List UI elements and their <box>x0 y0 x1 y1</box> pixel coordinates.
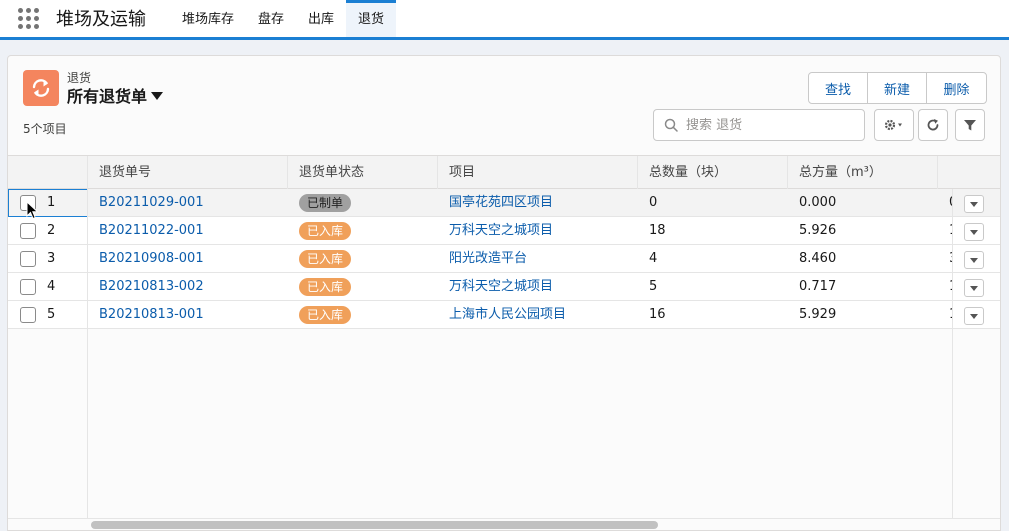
refresh-button[interactable] <box>918 109 948 141</box>
row-checkbox[interactable] <box>20 279 36 295</box>
row-actions-dropdown[interactable] <box>964 307 984 325</box>
row-number: 4 <box>47 279 56 294</box>
list-view-title: 所有退货单 <box>67 87 148 106</box>
column-header-project[interactable]: 项目 <box>437 156 637 189</box>
column-header-volume[interactable]: 总方量（m³） <box>787 156 937 189</box>
table-footer <box>8 518 1000 530</box>
return-arrows-icon <box>23 70 59 106</box>
search-icon <box>664 118 678 132</box>
project-link[interactable]: 万科天空之城项目 <box>449 217 553 244</box>
status-badge: 已制单 <box>299 194 352 212</box>
project-link[interactable]: 上海市人民公园项目 <box>449 301 566 328</box>
table-row: 2B20211022-001已入库万科天空之城项目185.9261 <box>8 217 1000 245</box>
row-actions-dropdown[interactable] <box>964 279 984 297</box>
action-button-group: 查找 新建 删除 <box>808 72 987 104</box>
column-header-order-no[interactable]: 退货单号 <box>87 156 287 189</box>
filter-icon <box>964 120 976 131</box>
search-input[interactable] <box>686 117 856 133</box>
total-quantity: 4 <box>649 251 658 266</box>
caret-down-icon <box>151 92 164 100</box>
column-header-clipped <box>937 156 953 189</box>
order-number-link[interactable]: B20211029-001 <box>99 189 204 216</box>
project-link[interactable]: 国亭花苑四区项目 <box>449 189 553 216</box>
table-row: 3B20210908-001已入库阳光改造平台48.4603 <box>8 245 1000 273</box>
delete-button[interactable]: 删除 <box>927 73 986 103</box>
gear-icon <box>884 119 902 131</box>
order-number-link[interactable]: B20210908-001 <box>99 245 204 272</box>
project-link[interactable]: 阳光改造平台 <box>449 245 527 272</box>
waffle-icon <box>17 8 39 29</box>
row-checkbox[interactable] <box>20 223 36 239</box>
global-nav: 堆场及运输 堆场库存 盘存 出库 退货 <box>0 0 1009 40</box>
order-number-link[interactable]: B20210813-002 <box>99 273 204 300</box>
tab-returns[interactable]: 退货 <box>346 0 397 37</box>
table-header: 退货单号 退货单状态 项目 总数量（块） 总方量（m³） <box>8 155 1000 189</box>
tab-stocktake[interactable]: 盘存 <box>246 0 296 37</box>
list-view-selector[interactable]: 所有退货单 <box>67 83 164 107</box>
table-row: 1B20211029-001已制单国亭花苑四区项目00.0000 <box>8 189 1000 217</box>
column-header-status[interactable]: 退货单状态 <box>287 156 437 189</box>
order-number-link[interactable]: B20211022-001 <box>99 217 204 244</box>
refresh-icon <box>927 119 939 131</box>
status-badge: 已入库 <box>299 278 352 296</box>
table-body: 1B20211029-001已制单国亭花苑四区项目00.00002B202110… <box>8 189 1000 329</box>
order-number-link[interactable]: B20210813-001 <box>99 301 204 328</box>
app-title: 堆场及运输 <box>56 9 146 30</box>
project-link[interactable]: 万科天空之城项目 <box>449 273 553 300</box>
total-quantity: 0 <box>649 195 658 210</box>
row-checkbox[interactable] <box>20 307 36 323</box>
list-settings-button[interactable] <box>874 109 914 141</box>
status-badge: 已入库 <box>299 222 352 240</box>
table-row: 4B20210813-002已入库万科天空之城项目50.7171 <box>8 273 1000 301</box>
row-number: 3 <box>47 251 56 266</box>
total-volume: 8.460 <box>799 251 837 266</box>
total-volume: 5.926 <box>799 223 837 238</box>
tab-outbound[interactable]: 出库 <box>296 0 346 37</box>
total-volume: 0.000 <box>799 195 837 210</box>
new-button[interactable]: 新建 <box>868 73 927 103</box>
column-header-qty[interactable]: 总数量（块） <box>637 156 787 189</box>
total-volume: 0.717 <box>799 279 837 294</box>
status-badge: 已入库 <box>299 306 352 324</box>
list-view-card: 退货 所有退货单 5个项目 查找 新建 删除 搜索 退货 退货单号 退货单状态 … <box>7 55 1001 531</box>
item-count: 5个项目 <box>23 122 67 136</box>
status-badge: 已入库 <box>299 250 352 268</box>
tab-yard-inventory[interactable]: 堆场库存 <box>170 0 246 37</box>
search-box <box>653 109 865 141</box>
app-launcher-button[interactable] <box>0 0 56 37</box>
row-number: 2 <box>47 223 56 238</box>
total-quantity: 18 <box>649 223 666 238</box>
row-number: 5 <box>47 307 56 322</box>
table-row: 5B20210813-001已入库上海市人民公园项目165.9291 <box>8 301 1000 329</box>
row-actions-dropdown[interactable] <box>964 195 984 213</box>
returns-table: 退货单号 退货单状态 项目 总数量（块） 总方量（m³） 1 B20211029-… <box>8 155 1000 329</box>
row-number: 1 <box>47 195 56 210</box>
column-divider <box>87 189 88 530</box>
mouse-cursor-icon <box>26 201 39 220</box>
row-checkbox[interactable] <box>20 251 36 267</box>
total-volume: 5.929 <box>799 307 837 322</box>
total-quantity: 16 <box>649 307 666 322</box>
row-actions-dropdown[interactable] <box>964 223 984 241</box>
filter-button[interactable] <box>955 109 985 141</box>
row-actions-dropdown[interactable] <box>964 251 984 269</box>
total-quantity: 5 <box>649 279 658 294</box>
column-divider <box>952 189 953 530</box>
horizontal-scrollbar[interactable] <box>91 521 658 529</box>
find-button[interactable]: 查找 <box>809 73 868 103</box>
